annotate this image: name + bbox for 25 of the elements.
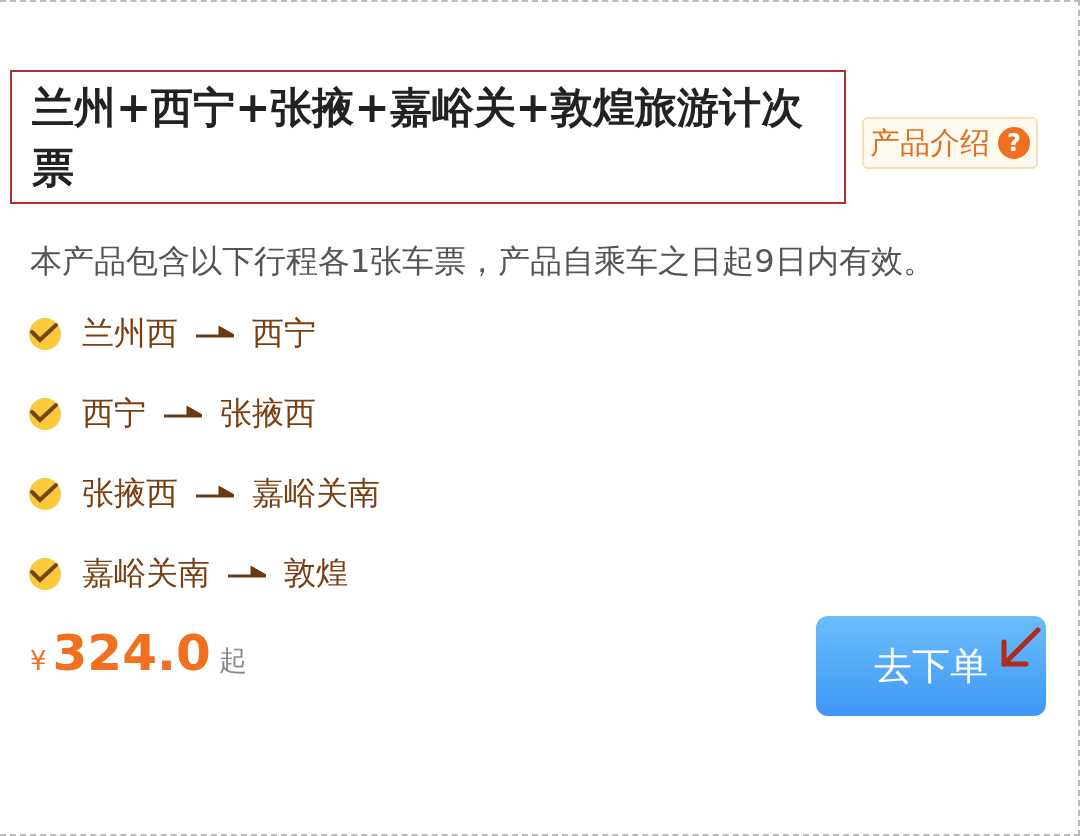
arrow-icon xyxy=(196,326,234,340)
station-to: 张掖西 xyxy=(220,393,316,434)
arrow-icon xyxy=(228,566,266,580)
arrow-icon xyxy=(164,406,202,420)
station-to: 西宁 xyxy=(252,313,316,354)
product-title: 兰州+西宁+张掖+嘉峪关+敦煌旅游计次票 xyxy=(10,70,846,204)
product-description: 本产品包含以下行程各1张车票，产品自乘车之日起9日内有效。 xyxy=(30,241,936,282)
price-amount: 324.0 xyxy=(52,628,211,678)
order-button[interactable]: 去下单 xyxy=(816,616,1046,716)
check-icon xyxy=(26,395,62,431)
station-from: 西宁 xyxy=(82,393,146,434)
help-icon[interactable]: ? xyxy=(998,127,1030,159)
check-icon xyxy=(26,315,62,351)
arrow-icon xyxy=(196,486,234,500)
station-from: 兰州西 xyxy=(82,313,178,354)
station-from: 嘉峪关南 xyxy=(82,553,210,594)
annotation-arrow-icon xyxy=(998,626,1042,668)
station-to: 敦煌 xyxy=(284,553,348,594)
currency-symbol: ¥ xyxy=(30,645,47,678)
station-to: 嘉峪关南 xyxy=(252,473,380,514)
product-intro-badge[interactable]: 产品介绍 ? xyxy=(862,117,1038,169)
check-icon xyxy=(26,555,62,591)
check-icon xyxy=(26,475,62,511)
price-suffix: 起 xyxy=(218,643,247,679)
station-from: 张掖西 xyxy=(82,473,178,514)
